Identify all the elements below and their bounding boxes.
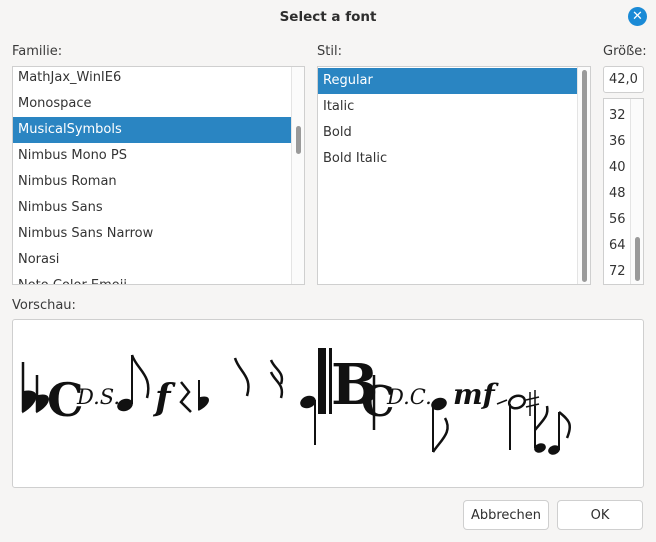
family-item[interactable]: Nimbus Mono PS	[13, 143, 291, 169]
size-item[interactable]: 36	[604, 129, 630, 155]
style-label: Stil:	[317, 44, 342, 59]
family-item[interactable]: Nimbus Roman	[13, 169, 291, 195]
cancel-button[interactable]: Abbrechen	[463, 500, 549, 530]
half-note-icon	[507, 394, 527, 450]
style-item[interactable]: Bold Italic	[318, 146, 577, 172]
size-item[interactable]: 32	[604, 103, 630, 129]
note-icon	[300, 395, 316, 445]
title-bar: Select a font ✕	[0, 0, 656, 33]
preview-label: Vorschau:	[12, 298, 76, 313]
style-item-selected[interactable]: Regular	[318, 68, 577, 94]
eighth-note-icon	[548, 411, 571, 455]
flag-icon	[233, 357, 250, 397]
sharp-icon	[525, 390, 540, 416]
style-scrollbar[interactable]	[577, 67, 590, 284]
size-item[interactable]: 48	[604, 181, 630, 207]
quarter-rest-icon	[179, 381, 192, 413]
flat-icon	[21, 362, 37, 414]
family-item-selected[interactable]: MusicalSymbols	[13, 117, 291, 143]
style-scroll-thumb[interactable]	[582, 70, 587, 282]
family-item[interactable]: Nimbus Sans Narrow	[13, 221, 291, 247]
mf-text: mf	[453, 378, 500, 411]
family-item[interactable]: Nimbus Sans	[13, 195, 291, 221]
size-label: Größe:	[603, 44, 647, 59]
size-input[interactable]: 42,0	[603, 66, 644, 93]
close-icon: ✕	[632, 9, 643, 24]
family-item[interactable]: Noto Color Emoji	[13, 273, 291, 284]
dialog-title: Select a font	[279, 8, 377, 25]
size-item[interactable]: 64	[604, 233, 630, 259]
preview-music-symbols: C D.S. f B C D.C. mf	[21, 348, 571, 455]
style-item[interactable]: Bold	[318, 120, 577, 146]
forte-icon: f	[152, 377, 176, 419]
family-item[interactable]: Monospace	[13, 91, 291, 117]
style-item[interactable]: Italic	[318, 94, 577, 120]
size-item[interactable]: 72	[604, 259, 630, 284]
family-item[interactable]: MathJax_WinIE6	[13, 67, 291, 91]
family-item[interactable]: Norasi	[13, 247, 291, 273]
family-list[interactable]: MathJax_WinIE6 Monospace MusicalSymbols …	[12, 66, 305, 285]
style-list[interactable]: Regular Italic Bold Bold Italic	[317, 66, 591, 285]
ds-text: D.S.	[76, 385, 120, 409]
ok-button[interactable]: OK	[557, 500, 643, 530]
close-button[interactable]: ✕	[628, 7, 647, 26]
preview-area: C D.S. f B C D.C. mf	[12, 319, 644, 488]
family-scroll-thumb[interactable]	[296, 126, 301, 154]
double-flag-icon	[269, 359, 284, 399]
size-item[interactable]: 56	[604, 207, 630, 233]
dc-text: D.C.	[386, 385, 432, 409]
size-item[interactable]: 40	[604, 155, 630, 181]
eighth-note-icon	[534, 405, 549, 453]
size-list[interactable]: 32 36 40 48 56 64 72	[603, 98, 644, 285]
size-scrollbar[interactable]	[630, 99, 643, 284]
size-scroll-thumb[interactable]	[635, 237, 640, 281]
eighth-note-down-icon	[431, 397, 449, 453]
flat-icon	[198, 380, 209, 411]
family-scrollbar[interactable]	[291, 67, 304, 284]
eighth-note-icon	[117, 354, 150, 412]
dash-icon	[496, 399, 508, 405]
family-label: Familie:	[12, 44, 63, 59]
